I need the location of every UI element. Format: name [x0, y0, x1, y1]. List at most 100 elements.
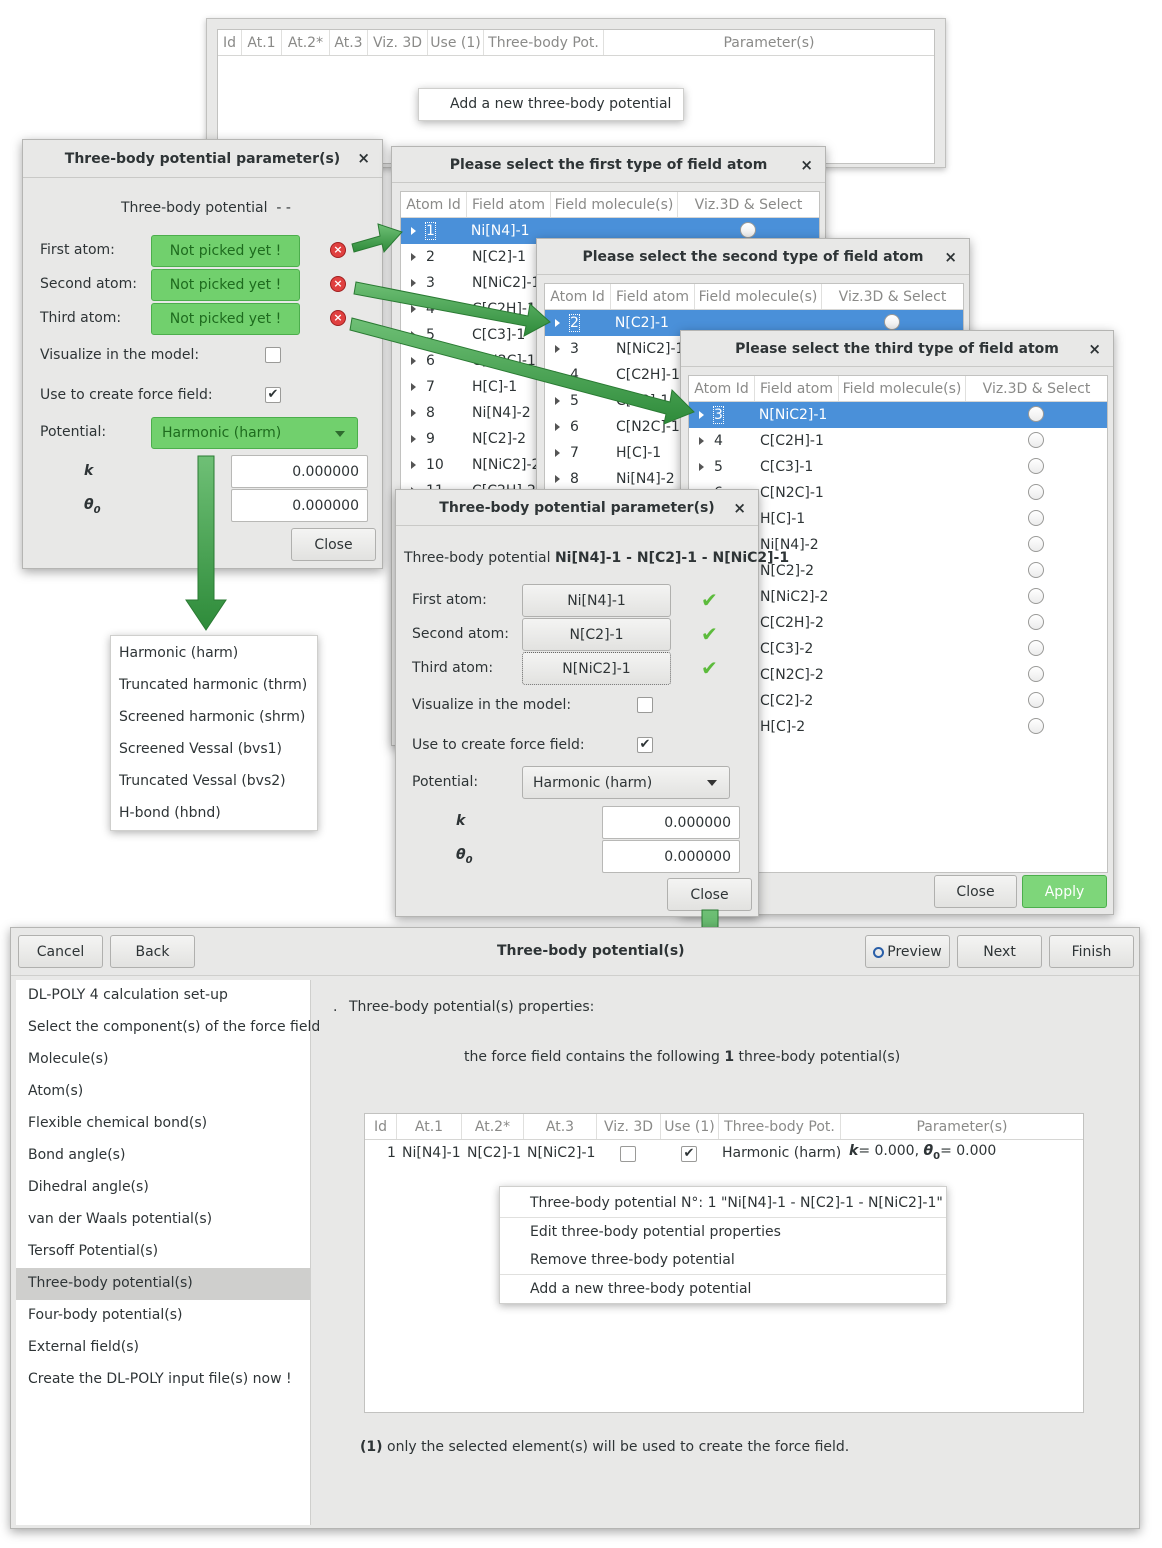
expander-icon[interactable]: [411, 305, 416, 313]
expander-icon[interactable]: [555, 319, 560, 327]
menu-item-bvs2[interactable]: Truncated Vessal (bvs2): [119, 773, 286, 789]
third-atom-button[interactable]: Not picked yet !: [151, 303, 300, 335]
sidebar-item[interactable]: Bond angle(s): [16, 1140, 310, 1172]
expander-icon[interactable]: [555, 423, 560, 431]
close-button[interactable]: Close: [291, 528, 376, 561]
k-input[interactable]: 0.000000: [231, 455, 368, 488]
col-at3[interactable]: At.3: [330, 30, 368, 55]
col-viz3d[interactable]: Viz. 3D: [597, 1114, 661, 1139]
expander-icon[interactable]: [555, 345, 560, 353]
col-at1[interactable]: At.1: [397, 1114, 462, 1139]
edit-potential-item[interactable]: Edit three-body potential properties: [530, 1224, 781, 1240]
add-potential-item[interactable]: Add a new three-body potential: [450, 96, 671, 112]
menu-item-hbnd[interactable]: H-bond (hbnd): [119, 805, 221, 821]
sidebar-item[interactable]: Atom(s): [16, 1076, 310, 1108]
third-atom-button[interactable]: N[NiC2]-1: [522, 652, 671, 685]
col-use[interactable]: Use (1): [661, 1114, 719, 1139]
select-radio[interactable]: [1028, 588, 1044, 604]
close-icon[interactable]: ×: [944, 248, 957, 266]
apply-button[interactable]: Apply: [1022, 875, 1107, 908]
select-radio[interactable]: [740, 222, 756, 238]
col-viz-select[interactable]: Viz.3D & Select: [966, 376, 1107, 401]
col-params[interactable]: Parameter(s): [604, 30, 934, 55]
row-viz-checkbox[interactable]: [620, 1146, 636, 1162]
expander-icon[interactable]: [411, 331, 416, 339]
sidebar-item[interactable]: Tersoff Potential(s): [16, 1236, 310, 1268]
expander-icon[interactable]: [699, 411, 704, 419]
first-atom-button[interactable]: Ni[N4]-1: [522, 584, 671, 617]
list-item[interactable]: 3 N[NiC2]-1: [689, 402, 1107, 428]
menu-item-bvs1[interactable]: Screened Vessal (bvs1): [119, 741, 282, 757]
sidebar-item[interactable]: DL-POLY 4 calculation set-up: [16, 980, 310, 1012]
close-icon[interactable]: ×: [357, 149, 370, 167]
theta-input[interactable]: 0.000000: [602, 840, 740, 873]
expander-icon[interactable]: [411, 461, 416, 469]
col-field-molecule[interactable]: Field molecule(s): [551, 192, 678, 217]
col-atom-id[interactable]: Atom Id: [689, 376, 755, 401]
col-id[interactable]: Id: [218, 30, 242, 55]
close-icon[interactable]: ×: [1088, 340, 1101, 358]
add-potential-item[interactable]: Add a new three-body potential: [530, 1281, 751, 1297]
expander-icon[interactable]: [411, 357, 416, 365]
select-radio[interactable]: [1028, 406, 1044, 422]
potential-combo[interactable]: Harmonic (harm): [151, 417, 358, 449]
sidebar-item[interactable]: Dihedral angle(s): [16, 1172, 310, 1204]
expander-icon[interactable]: [555, 371, 560, 379]
visualize-checkbox[interactable]: [637, 697, 653, 713]
second-atom-button[interactable]: Not picked yet !: [151, 269, 300, 301]
sidebar-item[interactable]: van der Waals potential(s): [16, 1204, 310, 1236]
col-pot[interactable]: Three-body Pot.: [484, 30, 604, 55]
select-radio[interactable]: [1028, 458, 1044, 474]
expander-icon[interactable]: [555, 475, 560, 483]
col-field-atom[interactable]: Field atom: [611, 284, 695, 309]
col-use[interactable]: Use (1): [428, 30, 484, 55]
expander-icon[interactable]: [555, 449, 560, 457]
expander-icon[interactable]: [699, 463, 704, 471]
select-radio[interactable]: [1028, 432, 1044, 448]
second-atom-button[interactable]: N[C2]-1: [522, 618, 671, 651]
select-radio[interactable]: [1028, 536, 1044, 552]
sidebar-item[interactable]: Three-body potential(s): [16, 1268, 310, 1300]
expander-icon[interactable]: [411, 435, 416, 443]
menu-item-shrm[interactable]: Screened harmonic (shrm): [119, 709, 305, 725]
select-radio[interactable]: [1028, 718, 1044, 734]
finish-button[interactable]: Finish: [1049, 935, 1134, 968]
next-button[interactable]: Next: [957, 935, 1042, 968]
col-field-atom[interactable]: Field atom: [755, 376, 839, 401]
close-button[interactable]: Close: [667, 878, 752, 911]
menu-item-thrm[interactable]: Truncated harmonic (thrm): [119, 677, 307, 693]
col-viz3d[interactable]: Viz. 3D: [368, 30, 428, 55]
col-field-molecule[interactable]: Field molecule(s): [695, 284, 822, 309]
use-checkbox[interactable]: ✔: [637, 737, 653, 753]
select-radio[interactable]: [1028, 666, 1044, 682]
remove-potential-item[interactable]: Remove three-body potential: [530, 1252, 735, 1268]
select-radio[interactable]: [1028, 614, 1044, 630]
col-id[interactable]: Id: [365, 1114, 397, 1139]
col-atom-id[interactable]: Atom Id: [545, 284, 611, 309]
sidebar-item[interactable]: Molecule(s): [16, 1044, 310, 1076]
expander-icon[interactable]: [411, 253, 416, 261]
expander-icon[interactable]: [699, 437, 704, 445]
select-radio[interactable]: [1028, 692, 1044, 708]
expander-icon[interactable]: [555, 397, 560, 405]
col-viz-select[interactable]: Viz.3D & Select: [678, 192, 819, 217]
col-viz-select[interactable]: Viz.3D & Select: [822, 284, 963, 309]
sidebar-item[interactable]: External field(s): [16, 1332, 310, 1364]
list-item[interactable]: 4 C[C2H]-1: [689, 428, 1107, 454]
col-params[interactable]: Parameter(s): [841, 1114, 1083, 1139]
potential-combo[interactable]: Harmonic (harm): [522, 766, 730, 799]
col-atom-id[interactable]: Atom Id: [401, 192, 467, 217]
select-radio[interactable]: [1028, 484, 1044, 500]
col-pot[interactable]: Three-body Pot.: [719, 1114, 841, 1139]
expander-icon[interactable]: [411, 383, 416, 391]
list-item[interactable]: 5 C[C3]-1: [689, 454, 1107, 480]
back-button[interactable]: Back: [110, 935, 195, 968]
col-at2[interactable]: At.2*: [282, 30, 330, 55]
row-use-checkbox[interactable]: ✔: [681, 1146, 697, 1162]
sidebar-item[interactable]: Four-body potential(s): [16, 1300, 310, 1332]
col-field-molecule[interactable]: Field molecule(s): [839, 376, 966, 401]
select-radio[interactable]: [1028, 510, 1044, 526]
use-checkbox[interactable]: ✔: [265, 387, 281, 403]
expander-icon[interactable]: [411, 279, 416, 287]
expander-icon[interactable]: [411, 409, 416, 417]
